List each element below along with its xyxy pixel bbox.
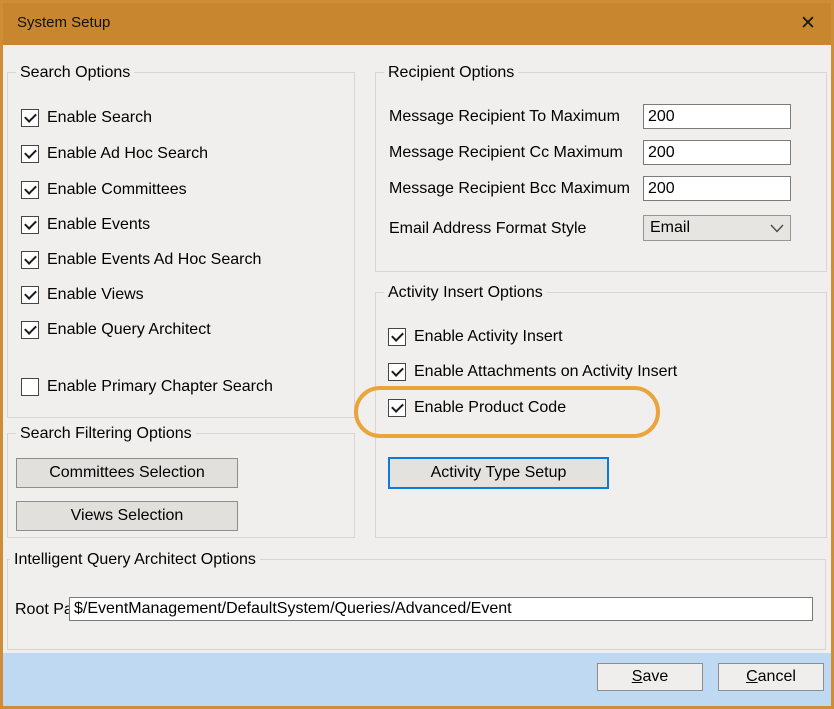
recipient-bcc-maximum-label: Message Recipient Bcc Maximum	[389, 176, 630, 201]
enable-attachments-on-activity-insert-label: Enable Attachments on Activity Insert	[414, 363, 677, 381]
enable-committees-checkbox[interactable]	[21, 181, 39, 199]
enable-primary-chapter-search-checkbox[interactable]	[21, 378, 39, 396]
checkbox-row: Enable Primary Chapter Search	[21, 378, 273, 396]
enable-product-code-label: Enable Product Code	[414, 399, 566, 417]
enable-activity-insert-checkbox[interactable]	[388, 328, 406, 346]
save-button[interactable]: Save	[597, 663, 703, 691]
views-selection-button[interactable]: Views Selection	[16, 501, 238, 531]
enable-events-ad-hoc-search-checkbox[interactable]	[21, 251, 39, 269]
system-setup-dialog: System Setup ✕ Search Options Enable Sea…	[0, 0, 834, 709]
cancel-button[interactable]: Cancel	[718, 663, 824, 691]
email-address-format-style-label: Email Address Format Style	[389, 216, 586, 241]
search-options-group-title: Search Options	[16, 64, 134, 82]
committees-selection-button[interactable]: Committees Selection	[16, 458, 238, 488]
enable-query-architect-checkbox[interactable]	[21, 321, 39, 339]
iqa-group-title: Intelligent Query Architect Options	[10, 551, 260, 569]
enable-search-checkbox[interactable]	[21, 109, 39, 127]
activity-insert-options-group: Activity Insert Options Enable Activity …	[375, 292, 827, 538]
enable-events-ad-hoc-search-label: Enable Events Ad Hoc Search	[47, 251, 261, 269]
close-icon[interactable]: ✕	[792, 7, 824, 39]
checkbox-row: Enable Events	[21, 216, 150, 234]
checkbox-row: Enable Search	[21, 109, 152, 127]
enable-activity-insert-label: Enable Activity Insert	[414, 328, 563, 346]
enable-query-architect-label: Enable Query Architect	[47, 321, 211, 339]
recipient-bcc-maximum-input[interactable]	[643, 176, 791, 201]
search-filtering-options-group: Search Filtering Options Committees Sele…	[7, 433, 355, 538]
enable-search-label: Enable Search	[47, 109, 152, 127]
activity-insert-options-group-title: Activity Insert Options	[384, 284, 547, 302]
activity-type-setup-button-label: Activity Type Setup	[431, 464, 567, 482]
window-title: System Setup	[17, 14, 110, 31]
checkbox-row: Enable Product Code	[388, 399, 566, 417]
checkbox-row: Enable Views	[21, 286, 144, 304]
enable-primary-chapter-search-label: Enable Primary Chapter Search	[47, 378, 273, 396]
enable-committees-label: Enable Committees	[47, 181, 187, 199]
cancel-button-label: Cancel	[725, 668, 817, 686]
enable-views-label: Enable Views	[47, 286, 144, 304]
enable-product-code-checkbox[interactable]	[388, 399, 406, 417]
recipient-to-maximum-input[interactable]	[643, 104, 791, 129]
checkbox-row: Enable Ad Hoc Search	[21, 145, 208, 163]
email-address-format-style-select[interactable]: Email	[643, 215, 791, 241]
recipient-cc-maximum-label: Message Recipient Cc Maximum	[389, 140, 623, 165]
enable-ad-hoc-search-checkbox[interactable]	[21, 145, 39, 163]
activity-type-setup-button[interactable]: Activity Type Setup	[388, 457, 609, 489]
views-selection-button-label: Views Selection	[71, 507, 184, 525]
recipient-to-maximum-label: Message Recipient To Maximum	[389, 104, 620, 129]
search-filtering-options-group-title: Search Filtering Options	[16, 425, 196, 443]
footer-bar: Save Cancel	[0, 653, 834, 709]
recipient-cc-maximum-input[interactable]	[643, 140, 791, 165]
recipient-options-group: Recipient Options Message Recipient To M…	[375, 72, 827, 272]
chevron-down-icon	[770, 224, 784, 233]
checkbox-row: Enable Events Ad Hoc Search	[21, 251, 261, 269]
search-options-group: Search Options Enable Search Enable Ad H…	[7, 72, 355, 418]
enable-events-checkbox[interactable]	[21, 216, 39, 234]
enable-events-label: Enable Events	[47, 216, 150, 234]
save-button-label: Save	[604, 668, 696, 686]
checkbox-row: Enable Committees	[21, 181, 187, 199]
enable-attachments-on-activity-insert-checkbox[interactable]	[388, 363, 406, 381]
checkbox-row: Enable Query Architect	[21, 321, 211, 339]
committees-selection-button-label: Committees Selection	[49, 464, 205, 482]
checkbox-row: Enable Attachments on Activity Insert	[388, 363, 677, 381]
enable-views-checkbox[interactable]	[21, 286, 39, 304]
root-path-input[interactable]	[69, 597, 813, 621]
intelligent-query-architect-options-group: Intelligent Query Architect Options Root…	[7, 559, 826, 650]
titlebar: System Setup ✕	[0, 0, 834, 45]
email-address-format-style-value: Email	[650, 219, 770, 237]
enable-ad-hoc-search-label: Enable Ad Hoc Search	[47, 145, 208, 163]
checkbox-row: Enable Activity Insert	[388, 328, 563, 346]
recipient-options-group-title: Recipient Options	[384, 64, 518, 82]
